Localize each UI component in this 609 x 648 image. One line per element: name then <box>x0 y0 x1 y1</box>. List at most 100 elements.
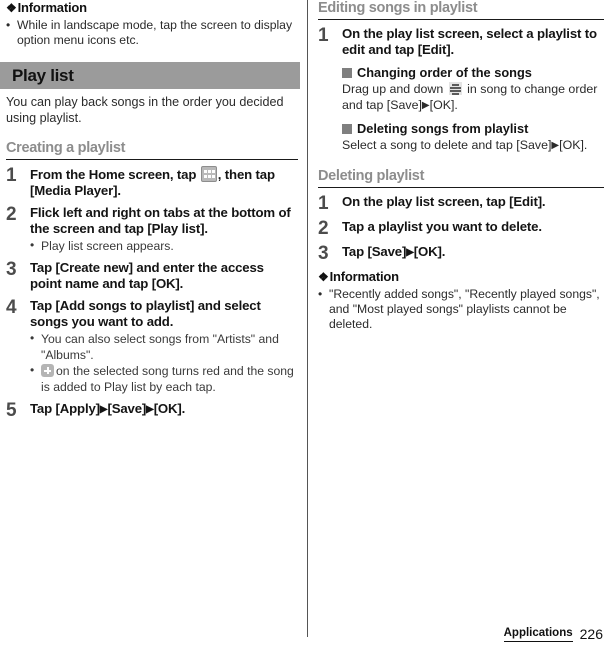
section-rule <box>318 187 604 188</box>
step-body: On the play list screen, select a playli… <box>342 26 604 154</box>
bullet-dot-icon: • <box>6 18 11 32</box>
step-title: Tap [Create new] and enter the access po… <box>30 260 264 291</box>
step-body: From the Home screen, tap , then tap [Me… <box>30 166 298 199</box>
step-number: 2 <box>318 218 329 239</box>
step-2: 2 Flick left and right on tabs at the bo… <box>6 205 298 254</box>
subsection-heading-label: Deleting songs from playlist <box>357 121 529 136</box>
subsection-body-post: [OK]. <box>559 138 588 152</box>
section-heading-editing-songs-in-playlist: Editing songs in playlist <box>318 0 478 16</box>
play-list-title-bar: Play list <box>0 62 300 89</box>
step-1: 1 From the Home screen, tap , then tap [… <box>6 166 298 199</box>
section-heading-deleting-playlist: Deleting playlist <box>318 168 425 184</box>
section-rule <box>6 159 298 160</box>
page-footer: Applications 226 <box>503 626 603 642</box>
arrow-right-icon: ▶ <box>406 247 414 258</box>
sub-bullet: • on the selected song turns red and the… <box>30 363 298 395</box>
information-bullet-text: While in landscape mode, tap the screen … <box>17 18 293 47</box>
step-title: Tap a playlist you want to delete. <box>342 219 542 234</box>
step-body: Tap [Save]▶[OK]. <box>342 244 604 263</box>
intro-paragraph: You can play back songs in the order you… <box>6 95 284 125</box>
plus-icon <box>41 364 54 377</box>
arrow-right-icon: ▶ <box>146 404 154 415</box>
step-body: Tap a playlist you want to delete. <box>342 219 604 238</box>
step-title-pre: From the Home screen, tap <box>30 167 200 182</box>
play-list-title-label: Play list <box>12 65 74 85</box>
left-column: ❖Information • While in landscape mode, … <box>0 0 300 420</box>
step-title-pre: Tap [Apply] <box>30 401 100 416</box>
subsection-heading-label: Changing order of the songs <box>357 65 532 80</box>
app-drawer-icon <box>200 166 217 182</box>
information-bullet: • "Recently added songs", "Recently play… <box>318 287 604 332</box>
subsection-body-deleting-songs: Select a song to delete and tap [Save]▶[… <box>342 137 604 154</box>
step-number: 4 <box>6 297 17 318</box>
subsection-body-pre: Drag up and down <box>342 82 447 96</box>
step-title: From the Home screen, tap , then tap [Me… <box>30 166 298 199</box>
section-rule <box>318 19 604 20</box>
step-sub-bullets: • Play list screen appears. <box>30 238 298 254</box>
manual-page: ❖Information • While in landscape mode, … <box>0 0 609 648</box>
floret-icon: ❖ <box>6 1 17 15</box>
step-5: 5 Tap [Apply]▶[Save]▶[OK]. <box>6 401 298 420</box>
step-title: Tap [Add songs to playlist] and select s… <box>30 298 261 329</box>
arrow-right-icon: ▶ <box>421 100 430 111</box>
square-bullet-icon <box>342 67 352 78</box>
step-title-post: [OK]. <box>153 401 186 416</box>
step-3: 3 Tap [Create new] and enter the access … <box>6 260 298 292</box>
step-title-post: [OK]. <box>413 244 446 259</box>
sub-bullet-text: You can also select songs from "Artists"… <box>41 332 279 362</box>
bullet-dot-icon: • <box>30 238 35 252</box>
step-number: 5 <box>6 400 17 421</box>
subsection-heading-deleting-songs: Deleting songs from playlist <box>342 120 604 137</box>
subsection-body-pre: Select a song to delete and tap [Save] <box>342 138 552 152</box>
step-body: Tap [Add songs to playlist] and select s… <box>30 298 298 395</box>
bullet-dot-icon: • <box>30 363 35 377</box>
information-bullet: • While in landscape mode, tap the scree… <box>6 18 298 48</box>
sub-bullet-text-with-icon: on the selected song turns red and the s… <box>41 363 298 395</box>
step-number: 3 <box>6 259 17 280</box>
information-heading-right: ❖Information <box>318 269 604 285</box>
step-body: Flick left and right on tabs at the bott… <box>30 205 298 254</box>
right-column: Editing songs in playlist 1 On the play … <box>318 0 604 333</box>
column-divider <box>307 0 308 637</box>
sub-bullet: • You can also select songs from "Artist… <box>30 331 298 363</box>
step-number: 1 <box>318 25 329 46</box>
subsection-body-changing-order: Drag up and down in song to change order… <box>342 81 604 114</box>
step-title-pre: Tap [Save] <box>342 244 407 259</box>
step-body: Tap [Create new] and enter the access po… <box>30 260 298 292</box>
deleting-step-3: 3 Tap [Save]▶[OK]. <box>318 244 604 263</box>
step-4: 4 Tap [Add songs to playlist] and select… <box>6 298 298 395</box>
subsection-heading-changing-order: Changing order of the songs <box>342 64 604 81</box>
sub-bullet-text: Play list screen appears. <box>41 239 174 253</box>
step-title-mid: [Save] <box>107 401 147 416</box>
information-heading-left: ❖Information <box>6 0 298 16</box>
square-bullet-icon <box>342 123 352 134</box>
sub-bullet: • Play list screen appears. <box>30 238 298 254</box>
information-heading-label: Information <box>17 0 87 15</box>
step-title: On the play list screen, select a playli… <box>342 26 597 57</box>
step-number: 1 <box>6 165 17 186</box>
step-number: 2 <box>6 204 17 225</box>
editing-step-1: 1 On the play list screen, select a play… <box>318 26 604 154</box>
step-title: Flick left and right on tabs at the bott… <box>30 205 291 236</box>
information-heading-label: Information <box>329 269 399 284</box>
subsection-body-post: [OK]. <box>429 98 458 112</box>
step-number: 1 <box>318 193 329 214</box>
step-sub-bullets: • You can also select songs from "Artist… <box>30 331 298 395</box>
drag-handle-icon <box>448 82 462 95</box>
footer-section-label: Applications <box>503 627 573 642</box>
floret-icon: ❖ <box>318 270 329 284</box>
step-body: On the play list screen, tap [Edit]. <box>342 194 604 213</box>
step-title: Tap [Save]▶[OK]. <box>342 244 604 261</box>
sub-bullet-text: on the selected song turns red and the s… <box>41 364 294 394</box>
step-title: Tap [Apply]▶[Save]▶[OK]. <box>30 401 298 418</box>
arrow-right-icon: ▶ <box>551 140 560 151</box>
step-number: 3 <box>318 243 329 264</box>
bullet-dot-icon: • <box>318 287 323 301</box>
information-bullet-text: "Recently added songs", "Recently played… <box>329 287 600 331</box>
deleting-step-2: 2 Tap a playlist you want to delete. <box>318 219 604 238</box>
deleting-step-1: 1 On the play list screen, tap [Edit]. <box>318 194 604 213</box>
section-heading-creating-a-playlist: Creating a playlist <box>6 140 126 156</box>
bullet-dot-icon: • <box>30 331 35 345</box>
footer-page-number: 226 <box>579 626 603 642</box>
step-body: Tap [Apply]▶[Save]▶[OK]. <box>30 401 298 420</box>
